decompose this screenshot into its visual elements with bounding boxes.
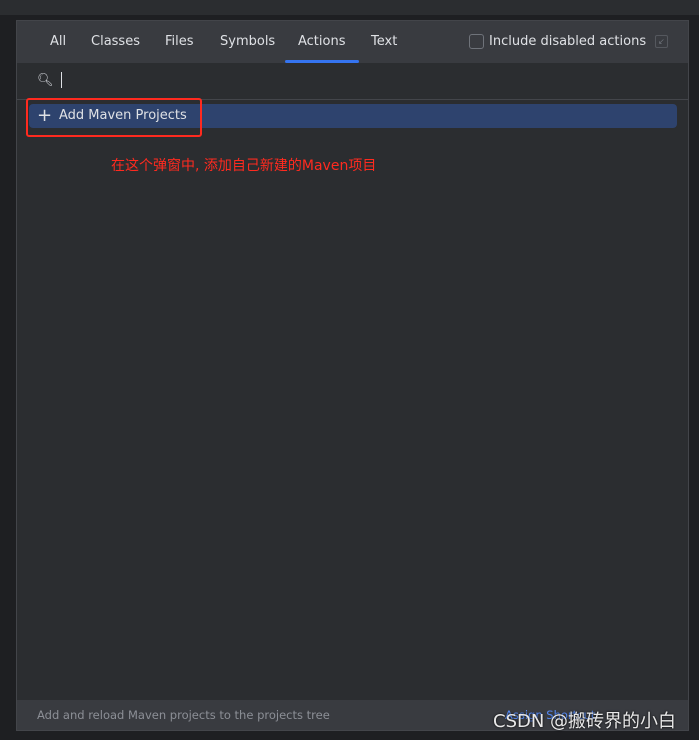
tab-symbols[interactable]: Symbols <box>220 34 275 49</box>
tab-all[interactable]: All <box>50 34 66 49</box>
tab-text[interactable]: Text <box>371 34 397 49</box>
tab-classes[interactable]: Classes <box>91 34 140 49</box>
include-disabled-checkbox[interactable] <box>469 34 484 49</box>
search-icon[interactable]: 🔍︎ <box>37 73 54 88</box>
include-disabled-label[interactable]: Include disabled actions <box>489 34 646 49</box>
action-description: Add and reload Maven projects to the pro… <box>37 708 330 722</box>
text-cursor <box>61 72 62 88</box>
annotation-highlight-box <box>26 98 202 137</box>
tab-bar: All Classes Files Symbols Actions Text I… <box>17 21 688 63</box>
annotation-text: 在这个弹窗中, 添加自己新建的Maven项目 <box>111 158 377 174</box>
open-in-window-icon[interactable]: ↙ <box>655 35 668 48</box>
watermark: CSDN @搬砖界的小白 <box>493 711 677 732</box>
tab-actions[interactable]: Actions <box>285 34 358 63</box>
ide-top-bar <box>0 0 699 15</box>
tab-files[interactable]: Files <box>165 34 194 49</box>
search-field[interactable]: 🔍︎ <box>17 63 688 100</box>
